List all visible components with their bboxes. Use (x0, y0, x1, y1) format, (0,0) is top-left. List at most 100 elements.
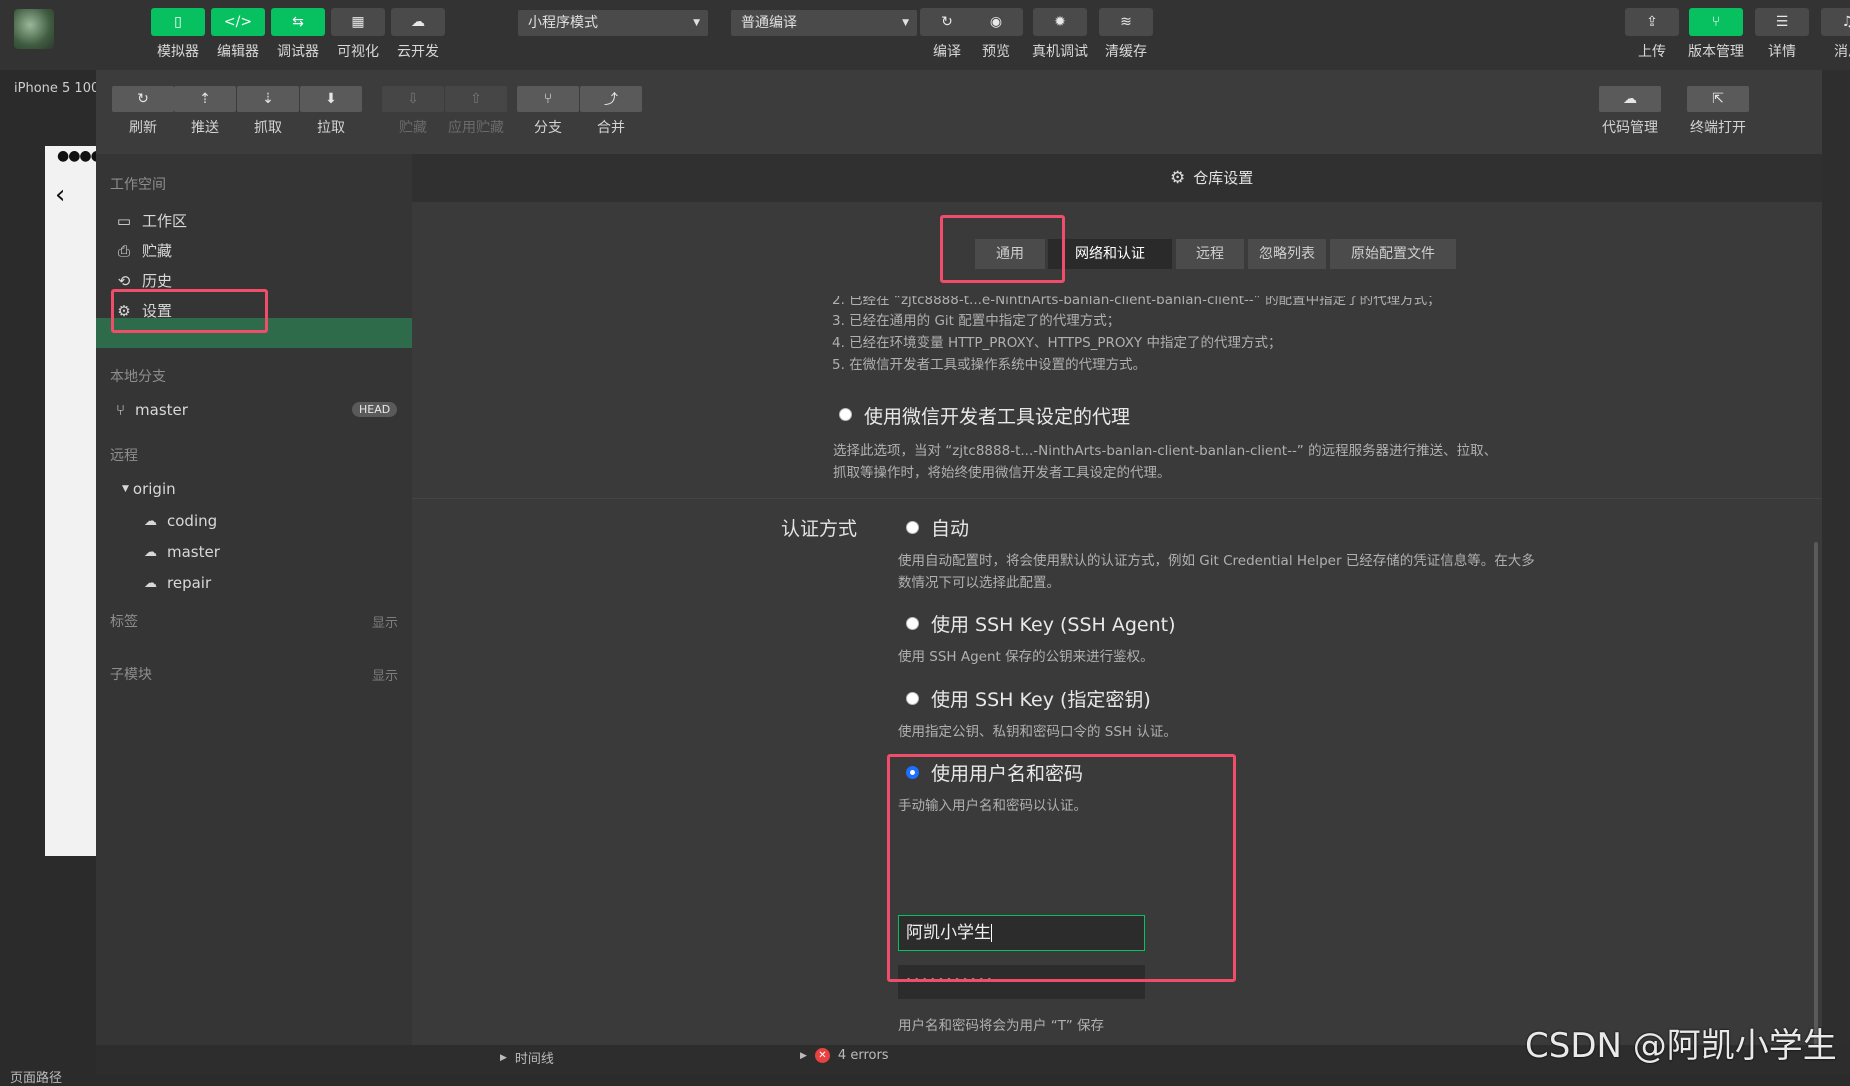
git-fetch-button[interactable]: ⇣ 抓取 (237, 86, 299, 137)
toolbar-bell-button[interactable]: ♫ 消息 (1820, 8, 1850, 61)
sliders-icon: ⇆ (271, 8, 325, 36)
folder-icon: ▭ (116, 211, 132, 230)
auth-option-desc: 使用 SSH Agent 保存的公钥来进行鉴权。 (898, 646, 1154, 668)
workspace-heading: 工作空间 (110, 177, 166, 193)
sidebar-item-label: 历史 (142, 272, 173, 290)
git-button-label: 应用贮藏 (448, 120, 504, 136)
git-push-button[interactable]: ⇡ 推送 (174, 86, 236, 137)
avatar[interactable] (14, 9, 54, 49)
device-label: iPhone 5 100% (14, 81, 96, 96)
gear-icon: ⚙ (117, 301, 131, 320)
git-pull-button[interactable]: ⬇ 拉取 (300, 86, 362, 137)
desc-line: 数情况下可以选择此配置。 (898, 575, 1060, 591)
sidebar-item-label: 贮藏 (142, 242, 173, 260)
toolbar-sliders-button[interactable]: ⇆ 调试器 (270, 8, 326, 61)
pull-icon: ⬇ (300, 86, 362, 112)
toolbar-upload-button[interactable]: ⇪ 上传 (1624, 8, 1680, 61)
toolbar-refresh-button[interactable]: ↻ 编译 (919, 8, 975, 61)
git-sidebar: 工作空间 ▭ 工作区 ⎙ 贮藏 ⟲ 历史 ⚙ 设置 本地分支 ⑂ master HEAD 远程… (96, 154, 412, 1045)
auth-option-desc: 使用指定公钥、私钥和密码口令的 SSH 认证。 (898, 721, 1177, 743)
toolbar-label: 详情 (1768, 44, 1796, 60)
tab-4[interactable]: 原始配置文件 (1330, 239, 1456, 269)
toolbar-label: 模拟器 (157, 44, 199, 60)
toolbar-label: 编译 (933, 44, 961, 60)
sidebar-item-folder[interactable]: ▭ 工作区 (116, 210, 187, 231)
git-button-label: 分支 (534, 120, 562, 136)
git-refresh-button[interactable]: ↻ 刷新 (112, 86, 174, 137)
head-badge: HEAD (352, 402, 398, 417)
auth-radio-1[interactable] (906, 617, 919, 630)
auth-radio-0[interactable] (906, 521, 919, 534)
git-apply-stash-button[interactable]: ⇧ 应用贮藏 (445, 86, 507, 137)
submodule-toggle[interactable]: 显示 (372, 665, 398, 684)
git-stash-button[interactable]: ⇩ 贮藏 (382, 86, 444, 137)
auth-radio-2[interactable] (906, 692, 919, 705)
toolbar-menu-button[interactable]: ☰ 详情 (1754, 8, 1810, 61)
remote-branch-label: master (167, 543, 220, 561)
back-arrow-icon[interactable]: ‹ (55, 180, 65, 210)
git-cloud-sync-button[interactable]: ☁ 代码管理 (1599, 86, 1661, 137)
toolbar-eye-button[interactable]: ◉ 预览 (968, 8, 1024, 61)
sidebar-item-label: 设置 (142, 302, 173, 320)
sidebar-item-gear[interactable]: ⚙ 设置 (116, 300, 172, 321)
apply-stash-icon: ⇧ (445, 86, 507, 112)
eye-icon: ◉ (969, 8, 1023, 36)
git-merge-button[interactable]: ⤴ 合并 (580, 86, 642, 137)
sidebar-item-remote-branch[interactable]: ☁ coding (144, 512, 217, 530)
highlight-credentials (887, 754, 1236, 982)
caret-right-icon: ▶ (500, 1052, 507, 1063)
tab-2[interactable]: 远程 (1176, 239, 1244, 269)
tab-1[interactable]: 网络和认证 (1048, 239, 1172, 269)
proxy-radio[interactable] (839, 408, 852, 421)
git-external-link-button[interactable]: ⇱ 终端打开 (1687, 86, 1749, 137)
mode-select[interactable]: 小程序模式 ▼ (518, 10, 708, 36)
sidebar-item-remote-branch[interactable]: ☁ repair (144, 574, 211, 592)
right-edge-panel (1822, 70, 1850, 1045)
errors-indicator[interactable]: ▶ ✕ 4 errors (800, 1048, 889, 1063)
cloud-icon: ☁ (144, 513, 157, 529)
toolbar-phone-button[interactable]: ▯ 模拟器 (150, 8, 206, 61)
error-icon: ✕ (814, 1048, 830, 1063)
desc-line: 使用 SSH Agent 保存的公钥来进行鉴权。 (898, 649, 1154, 665)
toolbar-label: 上传 (1638, 44, 1666, 60)
git-button-label: 贮藏 (399, 120, 427, 136)
bell-icon: ♫ (1821, 8, 1850, 36)
history-icon: ⟲ (117, 271, 131, 290)
toolbar-label: 真机调试 (1032, 44, 1088, 60)
proxy-option-label: 使用微信开发者工具设定的代理 (864, 406, 1131, 428)
cloud-icon: ☁ (144, 544, 157, 560)
chevron-down-icon: ▼ (902, 18, 909, 28)
sidebar-item-remote-branch[interactable]: ☁ master (144, 543, 220, 561)
compile-select[interactable]: 普通编译 ▼ (731, 10, 917, 36)
sidebar-item-stash[interactable]: ⎙ 贮藏 (116, 240, 172, 261)
tags-toggle[interactable]: 显示 (372, 612, 398, 631)
refresh-icon: ↻ (112, 86, 174, 112)
proxy-note-line: 4. 已经在环境变量 HTTP_PROXY、HTTPS_PROXY 中指定了的代… (832, 335, 1282, 351)
git-branch-button[interactable]: ⑂ 分支 (517, 86, 579, 137)
remote-heading: 远程 (110, 448, 138, 464)
toolbar-layout-button[interactable]: ▦ 可视化 (330, 8, 386, 61)
desc-line: 使用自动配置时，将会使用默认的认证方式，例如 Git Credential He… (898, 553, 1535, 569)
save-note: 用户名和密码将会为用户 “T” 保存 (898, 1018, 1105, 1034)
simulator-screen[interactable]: ●●●●● ‹ (45, 146, 114, 856)
git-button-label: 抓取 (254, 120, 282, 136)
remote-origin[interactable]: ▼ origin (122, 480, 176, 498)
tab-3[interactable]: 忽略列表 (1248, 239, 1326, 269)
upload-icon: ⇪ (1625, 8, 1679, 36)
toolbar-label: 清缓存 (1105, 44, 1147, 60)
sidebar-item-label: 工作区 (142, 212, 188, 230)
toolbar-label: 消息 (1834, 44, 1850, 60)
sidebar-item-history[interactable]: ⟲ 历史 (116, 270, 172, 291)
desc-line: 使用指定公钥、私钥和密码口令的 SSH 认证。 (898, 724, 1177, 740)
toolbar-label: 云开发 (397, 44, 439, 60)
toolbar-layers-button[interactable]: ≋ 清缓存 (1098, 8, 1154, 61)
toolbar-cloud-button[interactable]: ☁ 云开发 (390, 8, 446, 61)
timeline-tab[interactable]: ▶ 时间线 (500, 1048, 554, 1067)
toolbar-bug-button[interactable]: ✹ 真机调试 (1032, 8, 1088, 61)
proxy-option-desc: 选择此选项，当对 “zjtc8888-t...-NinthArts-banlan… (833, 443, 1498, 481)
toolbar-code-button[interactable]: </> 编辑器 (210, 8, 266, 61)
toolbar-branch-button[interactable]: ⑂ 版本管理 (1688, 8, 1744, 61)
sidebar-item-master-local[interactable]: ⑂ master (116, 401, 188, 419)
toolbar-label: 编辑器 (217, 44, 259, 60)
content-scrollbar[interactable] (1814, 542, 1818, 1047)
